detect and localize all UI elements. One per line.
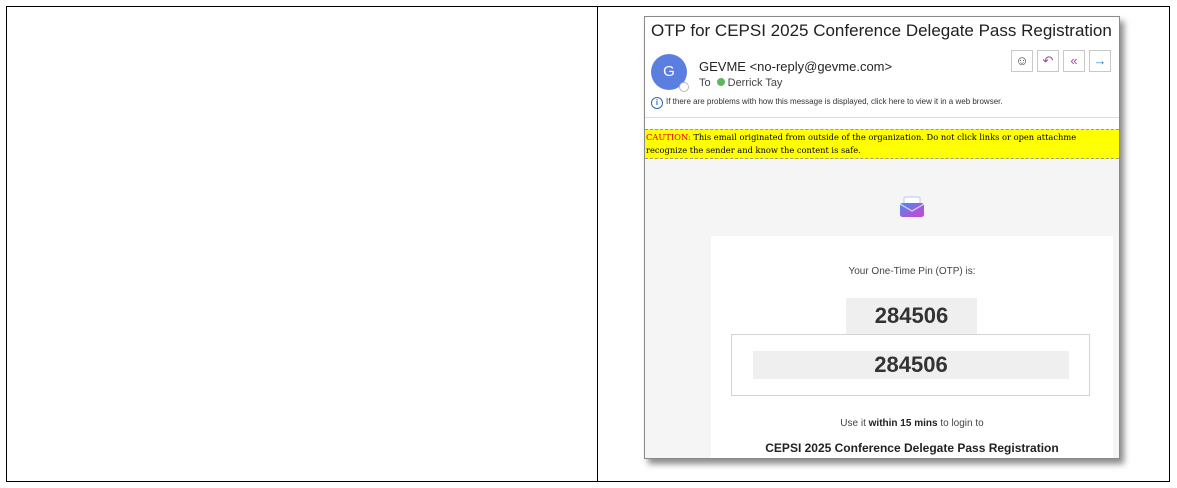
smiley-icon[interactable]: ☺ (1011, 50, 1033, 72)
info-bar[interactable]: i If there are problems with how this mes… (651, 97, 1003, 109)
use-prefix: Use it (840, 418, 869, 429)
otp-label: Your One-Time Pin (OTP) is: (848, 266, 976, 277)
reply-icon[interactable]: ↶ (1037, 50, 1059, 72)
email-subject: OTP for CEPSI 2025 Conference Delegate P… (651, 21, 1112, 40)
reply-all-icon[interactable]: « (1063, 50, 1085, 72)
envelope-icon (899, 196, 925, 217)
use-duration: within 15 mins (868, 418, 938, 429)
info-icon: i (651, 97, 663, 109)
otp-card: Your One-Time Pin (OTP) is: 284506 28450… (711, 236, 1113, 458)
avatar-status-icon (679, 82, 689, 92)
header-divider (645, 117, 1119, 118)
email-body: Your One-Time Pin (OTP) is: 284506 28450… (645, 160, 1119, 458)
email-actions: ☺ ↶ « → (1011, 50, 1111, 72)
use-suffix: to login to (937, 418, 984, 429)
to-label: To (699, 77, 711, 89)
otp-code-repeat: 284506 (753, 351, 1069, 379)
caution-label: CAUTION: (646, 132, 691, 142)
recipient-line: To Derrick Tay (699, 77, 782, 89)
forward-icon[interactable]: → (1089, 50, 1111, 72)
info-text: If there are problems with how this mess… (666, 97, 1003, 106)
email-screenshot: OTP for CEPSI 2025 Conference Delegate P… (644, 16, 1120, 459)
table-column-divider (597, 7, 598, 481)
sender-address[interactable]: GEVME <no-reply@gevme.com> (699, 59, 892, 74)
presence-icon (716, 78, 725, 86)
caution-text-line2: recognize the sender and know the conten… (646, 145, 861, 155)
caution-text-line1: This email originated from outside of th… (690, 132, 1077, 142)
otp-code-box: 284506 (731, 334, 1090, 396)
recipient-name[interactable]: Derrick Tay (728, 77, 783, 89)
caution-banner: CAUTION: This email originated from outs… (645, 129, 1119, 159)
usage-instruction: Use it within 15 mins to login to (711, 418, 1113, 429)
event-title: CEPSI 2025 Conference Delegate Pass Regi… (765, 441, 1059, 455)
otp-code: 284506 (846, 298, 977, 334)
